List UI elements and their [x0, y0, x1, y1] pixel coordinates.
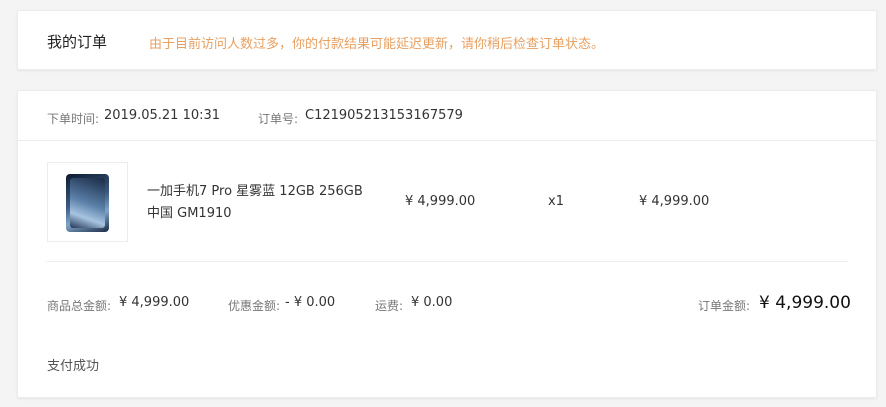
page-title: 我的订单: [47, 33, 108, 51]
product-name-line1: 一加手机7 Pro 星雾蓝 12GB 256GB: [147, 184, 363, 199]
divider: [47, 261, 848, 262]
discount-value: - ¥ 0.00: [285, 295, 336, 310]
order-number-value: C121905213153167579: [305, 108, 463, 123]
goods-total-label: 商品总金额:: [47, 299, 112, 313]
order-time-value: 2019.05.21 10:31: [104, 108, 221, 123]
order-meta-row: 下单时间: 2019.05.21 10:31 订单号: C12190521315…: [18, 91, 876, 141]
goods-total-value: ¥ 4,999.00: [119, 295, 190, 310]
delay-notice: 由于目前访问人数过多，你的付款结果可能延迟更新，请你稍后检查订单状态。: [149, 37, 605, 52]
order-total-label: 订单金额:: [698, 299, 751, 313]
phone-screen: [70, 178, 105, 228]
order-card: 下单时间: 2019.05.21 10:31 订单号: C12190521315…: [17, 90, 877, 398]
payment-status: 支付成功: [47, 359, 100, 374]
shipping-label: 运费:: [375, 299, 404, 313]
quantity: x1: [548, 194, 564, 209]
shipping-value: ¥ 0.00: [411, 295, 453, 310]
order-total-value: ¥ 4,999.00: [759, 293, 851, 313]
product-name-line2: 中国 GM1910: [147, 206, 232, 221]
order-header-card: 我的订单 由于目前访问人数过多，你的付款结果可能延迟更新，请你稍后检查订单状态。: [17, 10, 877, 70]
order-number-label: 订单号:: [258, 112, 299, 126]
item-subtotal: ¥ 4,999.00: [639, 194, 710, 209]
order-time-label: 下单时间:: [47, 112, 100, 126]
phone-product-image-icon: [66, 174, 109, 232]
discount-label: 优惠金额:: [228, 299, 281, 313]
product-image[interactable]: [47, 162, 128, 242]
product-name[interactable]: 一加手机7 Pro 星雾蓝 12GB 256GB 中国 GM1910: [147, 181, 387, 225]
unit-price: ¥ 4,999.00: [405, 194, 476, 209]
